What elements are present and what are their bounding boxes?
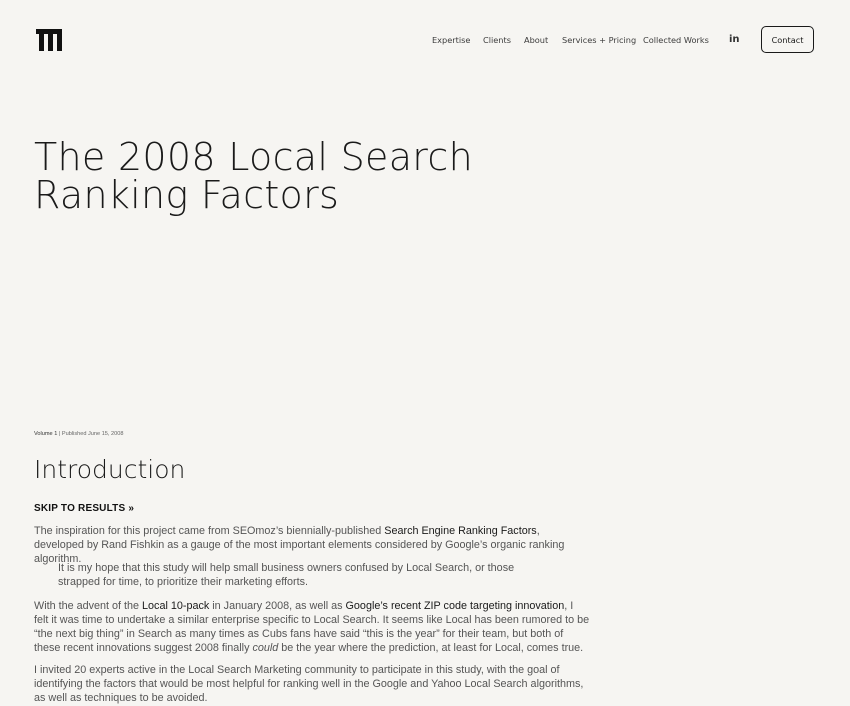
main-nav: Expertise Clients About Services + Prici… xyxy=(0,35,850,47)
article-meta: Volume 1 | Published June 15, 2008 xyxy=(34,431,123,437)
skip-to-results-link[interactable]: SKIP TO RESULTS » xyxy=(34,503,134,514)
emphasis-text: could xyxy=(252,641,279,654)
page-title: The 2008 Local Search Ranking Factors xyxy=(34,135,473,217)
linkedin-icon[interactable]: in xyxy=(729,34,740,45)
paragraph-text: in January 2008, as well as xyxy=(209,600,346,612)
nav-item-collected-works[interactable]: Collected Works xyxy=(643,35,709,45)
zip-code-targeting-link[interactable]: Google’s recent ZIP code targeting innov… xyxy=(346,600,565,612)
paragraph-text: The inspiration for this project came fr… xyxy=(34,525,385,537)
paragraph-inspiration: The inspiration for this project came fr… xyxy=(34,525,590,567)
paragraph-text: With the advent of the xyxy=(34,600,143,612)
contact-button[interactable]: Contact xyxy=(761,26,814,53)
nav-item-services-pricing[interactable]: Services + Pricing xyxy=(562,35,636,45)
local-10-pack-link[interactable]: Local 10-pack xyxy=(142,600,209,612)
blockquote: It is my hope that this study will help … xyxy=(58,562,515,588)
nav-item-about[interactable]: About xyxy=(524,35,548,45)
paragraph-advent: With the advent of the Local 10-pack in … xyxy=(34,600,590,656)
paragraph-experts: I invited 20 experts active in the Local… xyxy=(34,664,584,704)
paragraph-text: be the year where the prediction, at lea… xyxy=(278,641,584,654)
published-date: | Published June 15, 2008 xyxy=(57,431,124,437)
nav-item-clients[interactable]: Clients xyxy=(483,35,511,45)
nav-item-expertise[interactable]: Expertise xyxy=(432,35,470,45)
search-engine-ranking-factors-link[interactable]: Search Engine Ranking Factors xyxy=(384,525,536,537)
volume-label: Volume 1 xyxy=(34,431,58,437)
section-heading: Introduction xyxy=(34,455,186,484)
